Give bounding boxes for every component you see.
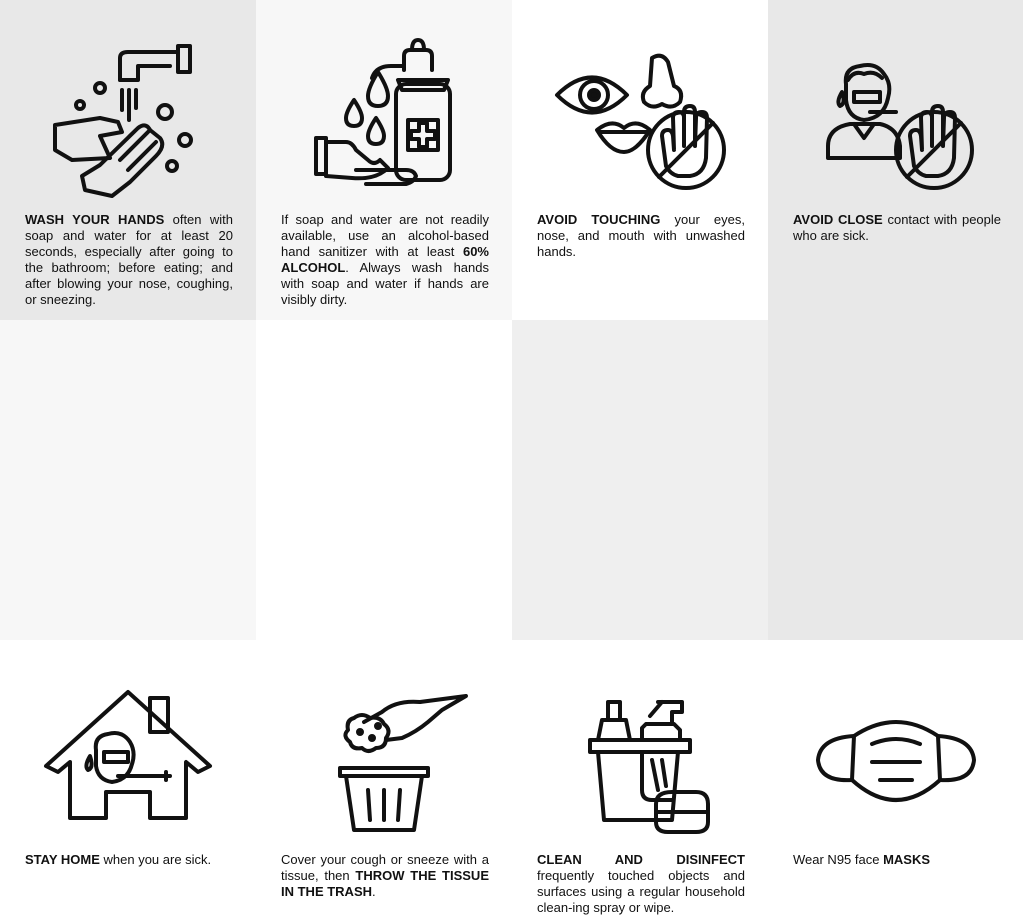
tip-card-avoid-close: AVOID CLOSE contact with people who are … bbox=[768, 0, 1023, 320]
avoid-sick-person-icon bbox=[768, 0, 1023, 210]
tip-body: Wear N95 face bbox=[793, 852, 884, 867]
tip-card-sanitizer: If soap and water are not readily availa… bbox=[256, 0, 512, 320]
tip-emphasis: WASH YOUR HANDS bbox=[25, 212, 165, 227]
prevention-tips-grid: WASH YOUR HANDS often with soap and wate… bbox=[0, 0, 1023, 915]
tip-text-tissue: Cover your cough or sneeze with a tissue… bbox=[281, 852, 489, 900]
tip-text-clean: CLEAN AND DISINFECT frequently touched o… bbox=[537, 852, 745, 916]
tip-card-wash-hands: WASH YOUR HANDS often with soap and wate… bbox=[0, 0, 256, 320]
tip-body: If soap and water are not readily availa… bbox=[281, 212, 489, 259]
face-mask-icon bbox=[768, 640, 1023, 850]
tip-emphasis: STAY HOME bbox=[25, 852, 100, 867]
tip-body: . bbox=[372, 884, 376, 899]
tip-emphasis: MASKS bbox=[883, 852, 931, 867]
tip-card-clean: CLEAN AND DISINFECT frequently touched o… bbox=[512, 320, 768, 915]
tip-text-sanitizer: If soap and water are not readily availa… bbox=[281, 212, 489, 308]
tip-card-avoid-touching: AVOID TOUCHING your eyes, nose, and mout… bbox=[512, 0, 768, 320]
tip-text-avoid-close: AVOID CLOSE contact with people who are … bbox=[793, 212, 1001, 244]
tissue-trash-icon bbox=[256, 640, 512, 850]
stay-home-icon bbox=[0, 640, 256, 850]
cleaning-supplies-icon bbox=[512, 640, 768, 850]
tip-body: frequently touched objects and surfaces … bbox=[537, 868, 745, 915]
tip-text-mask: Wear N95 face MASKS bbox=[793, 852, 1001, 868]
tip-text-avoid-touching: AVOID TOUCHING your eyes, nose, and mout… bbox=[537, 212, 745, 260]
tip-text-stay-home: STAY HOME when you are sick. bbox=[25, 852, 233, 868]
tip-body: when you are sick. bbox=[99, 852, 212, 867]
tip-card-mask: Wear N95 face MASKS bbox=[768, 320, 1023, 867]
hand-washing-icon bbox=[0, 0, 256, 210]
tip-text-wash-hands: WASH YOUR HANDS often with soap and wate… bbox=[25, 212, 233, 308]
no-touching-face-icon bbox=[512, 0, 768, 210]
tip-emphasis: AVOID TOUCHING bbox=[537, 212, 661, 227]
tip-emphasis: CLEAN AND DISINFECT bbox=[537, 852, 745, 867]
tip-card-tissue: Cover your cough or sneeze with a tissue… bbox=[256, 320, 512, 899]
tip-card-stay-home: STAY HOME when you are sick. bbox=[0, 320, 256, 867]
tip-emphasis: AVOID CLOSE bbox=[793, 212, 883, 227]
hand-sanitizer-icon bbox=[256, 0, 512, 210]
